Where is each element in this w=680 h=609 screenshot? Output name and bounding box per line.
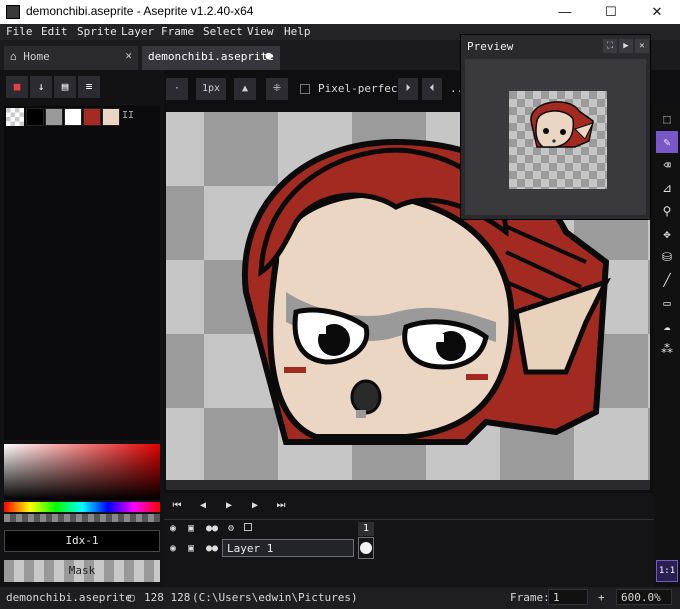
continuous-header-icon[interactable]: ●● [206, 523, 218, 534]
hue-slider[interactable] [4, 502, 160, 512]
preview-viewport [465, 59, 646, 215]
lock-header-icon[interactable]: ▣ [188, 523, 194, 534]
rectangle-tool-icon[interactable]: ▭ [656, 292, 678, 314]
first-frame-icon[interactable]: ⏮ [168, 497, 186, 515]
lock-palette-button[interactable]: ■ [6, 76, 28, 98]
layer-continuous-icon[interactable]: ●● [206, 543, 218, 554]
frame-label: Frame: [510, 591, 550, 604]
palette-swatch[interactable] [102, 108, 120, 126]
window-title: demonchibi.aseprite - Aseprite v1.2.40-x… [26, 4, 254, 18]
menu-view[interactable]: View [247, 25, 274, 38]
pencil-tool-icon[interactable]: ✎ [656, 131, 678, 153]
palette-resize-handle[interactable]: II [122, 110, 134, 121]
maximize-button[interactable]: ☐ [588, 0, 634, 24]
preview-play-icon[interactable]: ▶ [619, 39, 633, 53]
layer-visibility-icon[interactable]: ◉ [170, 543, 176, 554]
transparent-swatch[interactable] [6, 108, 24, 126]
preview-thumbnail [509, 91, 607, 189]
color-index-field[interactable]: Idx-1 [4, 530, 160, 552]
home-icon: ⌂ [10, 50, 17, 63]
pixel-perfect-checkbox[interactable] [300, 84, 310, 94]
marquee-tool-icon[interactable]: ⬚ [656, 108, 678, 130]
symmetry-horizontal-button[interactable]: ⏴ [422, 78, 442, 100]
paint-bucket-tool-icon[interactable]: ⛁ [656, 246, 678, 268]
eyedropper-tool-icon[interactable]: ⊿ [656, 177, 678, 199]
palette-file-button[interactable]: ▤ [54, 76, 76, 98]
preview-fullscreen-icon[interactable]: ⛶ [603, 39, 617, 53]
spray-tool-icon[interactable]: ⁂ [656, 338, 678, 360]
ink-button[interactable]: ▲ [234, 78, 256, 100]
symmetry-vertical-button[interactable]: ⏵ [398, 78, 418, 100]
mask-color-button[interactable]: Mask [4, 560, 160, 582]
visibility-header-icon[interactable]: ◉ [170, 523, 176, 534]
minimize-button[interactable]: — [542, 0, 588, 24]
sprite-size-icon: ▢ [128, 591, 135, 604]
zoom-in-button[interactable]: + [598, 591, 605, 604]
color-bar-panel: ■ ↓ ▤ ≡ II Idx-1 Mask [0, 70, 164, 587]
pixel-perfect-label: Pixel-perfect [318, 82, 405, 95]
last-frame-icon[interactable]: ⏭ [272, 497, 290, 515]
tab-document-label: demonchibi.aseprite [148, 50, 274, 63]
palette-swatch[interactable] [26, 108, 44, 126]
palette-swatch[interactable] [45, 108, 63, 126]
line-tool-icon[interactable]: ╱ [656, 269, 678, 291]
menu-file[interactable]: File [6, 25, 33, 38]
cel-frame-1[interactable] [358, 537, 374, 559]
frame-header-number[interactable]: 1 [358, 522, 374, 536]
menu-frame[interactable]: Frame [161, 25, 194, 38]
menu-select[interactable]: Select [203, 25, 243, 38]
menu-help[interactable]: Help [284, 25, 311, 38]
status-bar: demonchibi.aseprite ▢ 128 128 (C:\Users\… [0, 587, 680, 609]
blur-tool-icon[interactable]: ☁ [656, 315, 678, 337]
menu-sprite[interactable]: Sprite [77, 25, 117, 38]
palette-menu-button[interactable]: ≡ [78, 76, 100, 98]
palette-swatch[interactable] [64, 108, 82, 126]
next-frame-icon[interactable]: ▶ [246, 497, 264, 515]
title-bar: demonchibi.aseprite - Aseprite v1.2.40-x… [0, 0, 680, 24]
zoom-tool-icon[interactable]: ⚲ [656, 200, 678, 222]
tab-document[interactable]: demonchibi.aseprite ● [142, 46, 280, 70]
play-animation-icon[interactable]: ▶ [220, 497, 238, 515]
palette-download-button[interactable]: ↓ [30, 76, 52, 98]
close-window-button[interactable]: ✕ [634, 0, 680, 24]
status-size: 128 128 [144, 591, 191, 604]
eraser-tool-icon[interactable]: ⌫ [656, 154, 678, 176]
status-path: (C:\Users\edwin\Pictures) [192, 591, 358, 604]
layer-lock-icon[interactable]: ▣ [188, 543, 194, 554]
modified-dot-icon[interactable]: ● [265, 49, 272, 62]
preview-close-icon[interactable]: ✕ [635, 39, 649, 53]
preview-title: Preview [467, 40, 514, 53]
close-tab-icon[interactable]: ✕ [125, 49, 132, 62]
zoom-fit-button[interactable]: 1:1 [656, 560, 678, 582]
zoom-input[interactable]: 600.0% [616, 589, 672, 605]
menu-layer[interactable]: Layer [121, 25, 154, 38]
previous-frame-icon[interactable]: ◀ [194, 497, 212, 515]
canvas-horizontal-scrollbar[interactable] [166, 480, 650, 490]
color-spectrum[interactable] [4, 444, 160, 500]
palette-area: II [4, 106, 160, 440]
tab-home[interactable]: ⌂ Home ✕ [4, 46, 138, 70]
brush-size-button[interactable]: 1px [196, 78, 226, 100]
preview-window: Preview ⛶ ▶ ✕ [460, 34, 651, 220]
menu-edit[interactable]: Edit [41, 25, 68, 38]
layer-name[interactable]: Layer 1 [222, 539, 354, 557]
dither-button[interactable]: ⁜ [266, 78, 288, 100]
alpha-slider[interactable] [4, 514, 160, 522]
frame-input[interactable]: 1 [548, 589, 588, 605]
onion-skin-icon[interactable] [244, 523, 252, 531]
timeline-panel: ⏮ ◀ ▶ ▶ ⏭ ◉ ▣ ●● ⚙ 1 ◉ ▣ ●● Layer 1 [164, 493, 654, 587]
layer-options-header-icon[interactable]: ⚙ [228, 523, 234, 534]
tool-bar: ⬚ ✎ ⌫ ⊿ ⚲ ✥ ⛁ ╱ ▭ ☁ ⁂ 1:1 [654, 104, 680, 584]
move-tool-icon[interactable]: ✥ [656, 223, 678, 245]
brush-type-button[interactable]: · [166, 78, 188, 100]
status-filename: demonchibi.aseprite [6, 591, 132, 604]
tab-home-label: Home [23, 50, 50, 63]
app-icon [6, 5, 20, 19]
timeline-divider [164, 519, 654, 520]
palette-swatch[interactable] [83, 108, 101, 126]
